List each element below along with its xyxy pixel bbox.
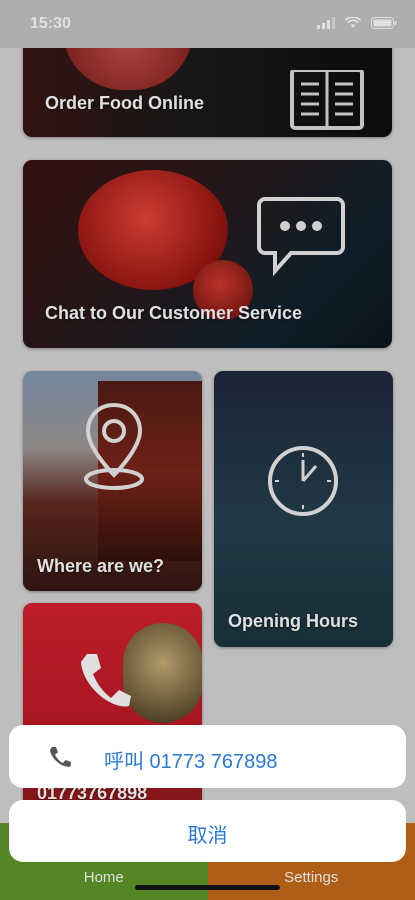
- home-indicator: [135, 885, 280, 890]
- cancel-label: 取消: [187, 825, 228, 847]
- call-button[interactable]: 呼叫 01773 767898: [9, 725, 406, 788]
- call-label: 呼叫 01773 767898: [104, 751, 278, 773]
- cancel-button[interactable]: 取消: [9, 800, 406, 862]
- phone-icon: [50, 747, 71, 767]
